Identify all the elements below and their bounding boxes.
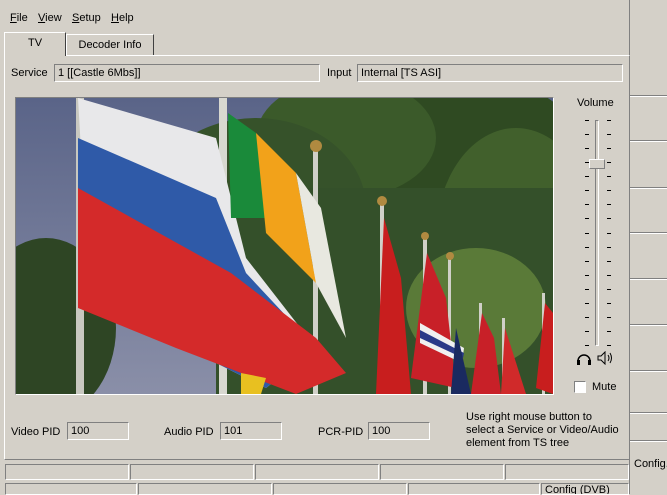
hint-line-3: element from TS tree: [466, 437, 570, 449]
pcr-pid-field[interactable]: 100: [368, 422, 430, 440]
volume-thumb[interactable]: [589, 159, 605, 169]
menu-help[interactable]: Help: [111, 12, 134, 24]
volume-tick: [607, 204, 611, 205]
volume-tick: [607, 176, 611, 177]
status-config-dvb: Config (DVB): [541, 483, 629, 495]
volume-tick: [585, 303, 589, 304]
volume-tick: [585, 190, 589, 191]
input-field[interactable]: Internal [TS ASI]: [357, 64, 623, 82]
volume-tick: [585, 275, 589, 276]
volume-tick: [585, 289, 589, 290]
volume-tick: [585, 148, 589, 149]
video-pid-field[interactable]: 100: [67, 422, 129, 440]
volume-tick: [585, 247, 589, 248]
status2-cell-1: [5, 483, 137, 495]
config-label[interactable]: Config.: [634, 458, 667, 470]
volume-tick: [585, 218, 589, 219]
audio-pid-label: Audio PID: [164, 426, 214, 438]
volume-label: Volume: [577, 97, 614, 109]
hint-text: Use right mouse button to select a Servi…: [466, 411, 636, 450]
status2-cell-2: [138, 483, 272, 495]
volume-tick: [607, 190, 611, 191]
pcr-pid-label: PCR-PID: [318, 426, 364, 438]
status2-cell-3: [273, 483, 407, 495]
volume-slider[interactable]: [585, 120, 611, 346]
status-cell-5: [505, 464, 629, 480]
volume-tick: [607, 275, 611, 276]
volume-tick: [607, 247, 611, 248]
hint-line-2: select a Service or Video/Audio: [466, 424, 619, 436]
status2-cell-4: [408, 483, 540, 495]
volume-tick: [607, 331, 611, 332]
volume-tick: [585, 120, 589, 121]
status-cell-4: [380, 464, 504, 480]
volume-tick: [607, 148, 611, 149]
volume-tick: [607, 345, 611, 346]
volume-tick: [585, 176, 589, 177]
headphones-icon: [576, 351, 592, 368]
hint-line-1: Use right mouse button to: [466, 411, 592, 423]
volume-tick: [607, 303, 611, 304]
video-pid-label: Video PID: [11, 426, 61, 438]
status-cell-3: [255, 464, 379, 480]
volume-tick: [607, 289, 611, 290]
volume-tick: [607, 218, 611, 219]
volume-tick: [585, 162, 589, 163]
mute-label: Mute: [592, 381, 617, 393]
menu-bar: File View Setup Help: [0, 8, 630, 30]
service-field[interactable]: 1 [[Castle 6Mbs]]: [54, 64, 320, 82]
input-label: Input: [327, 67, 352, 79]
volume-tick: [585, 345, 589, 346]
volume-tick: [585, 134, 589, 135]
menu-setup[interactable]: Setup: [72, 12, 101, 24]
volume-tick: [585, 331, 589, 332]
video-frame-image: [16, 98, 553, 394]
volume-tick: [585, 317, 589, 318]
status-cell-2: [130, 464, 254, 480]
tab-tv[interactable]: TV: [4, 32, 66, 56]
volume-tick: [607, 120, 611, 121]
tab-decoder-info[interactable]: Decoder Info: [66, 34, 154, 56]
volume-tick: [607, 233, 611, 234]
audio-pid-field[interactable]: 101: [220, 422, 282, 440]
volume-tick: [585, 204, 589, 205]
status-cell-1: [5, 464, 129, 480]
volume-tick: [607, 261, 611, 262]
volume-tick: [607, 134, 611, 135]
menu-view[interactable]: View: [38, 12, 62, 24]
volume-tick: [585, 261, 589, 262]
volume-tick: [585, 233, 589, 234]
menu-file[interactable]: File: [10, 12, 28, 24]
service-label: Service: [11, 67, 48, 79]
volume-tick: [607, 317, 611, 318]
volume-track: [595, 120, 599, 346]
volume-tick: [607, 162, 611, 163]
speaker-icon[interactable]: [597, 350, 615, 368]
video-display[interactable]: [15, 97, 554, 395]
mute-checkbox[interactable]: [574, 381, 586, 393]
